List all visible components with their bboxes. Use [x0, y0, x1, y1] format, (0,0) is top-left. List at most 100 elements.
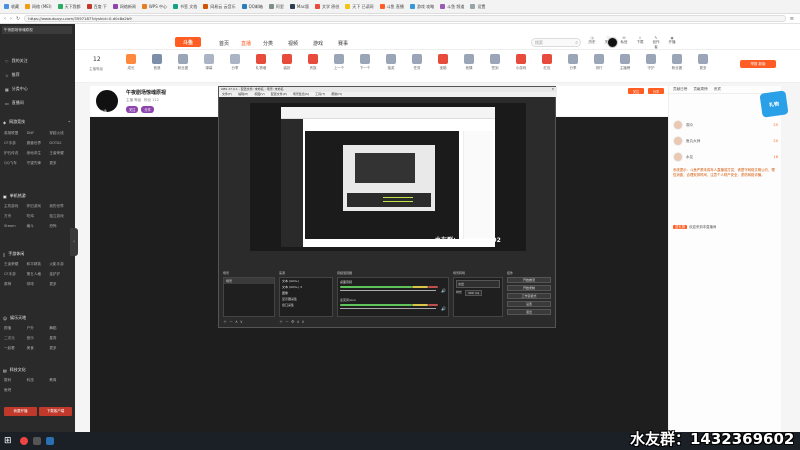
category-link[interactable]: 守望先锋: [27, 161, 50, 166]
tool-item[interactable]: 上一个: [327, 54, 351, 71]
tool-item[interactable]: 守护: [639, 54, 663, 71]
tool-item[interactable]: 小游戏: [509, 54, 533, 71]
scene-controls[interactable]: ＋－∧∨: [223, 319, 245, 325]
category-link[interactable]: 教育: [49, 378, 72, 383]
creator-icon[interactable]: ✎ 创作者: [651, 36, 661, 50]
category-link[interactable]: DNF: [27, 131, 50, 136]
category-link[interactable]: 户外: [27, 326, 50, 331]
forward-icon[interactable]: ›: [10, 16, 12, 22]
category-link[interactable]: DOTA2: [49, 141, 72, 146]
tool-item[interactable]: 音浪: [145, 54, 169, 71]
user-avatar[interactable]: [607, 37, 618, 48]
close-icon[interactable]: ✕: [551, 87, 554, 91]
category-link[interactable]: 格斗: [27, 224, 50, 229]
bookmark-item[interactable]: 网络新闻: [112, 4, 136, 10]
bookmark-item[interactable]: 百度·下: [86, 4, 107, 10]
tool-item[interactable]: 分享: [561, 54, 585, 71]
streamer-avatar[interactable]: 斗鱼: [94, 88, 120, 114]
category-link[interactable]: 和平精英: [27, 262, 50, 267]
category-link[interactable]: CF手游: [4, 272, 27, 277]
bookmark-item[interactable]: 网络 (MEI): [25, 4, 52, 10]
tool-item[interactable]: 粉丝团: [665, 54, 689, 71]
start-recording-button[interactable]: 开始录制: [507, 285, 551, 291]
bookmark-item[interactable]: WPS 中心: [141, 4, 167, 10]
category-link[interactable]: 更多: [49, 346, 72, 351]
menu-icon[interactable]: ≡: [790, 16, 794, 22]
nav-match[interactable]: 赛事: [338, 40, 348, 47]
tool-item[interactable]: 签到: [483, 54, 507, 71]
category-link[interactable]: 吃鸡: [27, 214, 50, 219]
category-link[interactable]: 火影手游: [49, 262, 72, 267]
category-link[interactable]: 王者荣耀: [4, 262, 27, 267]
obs-menu-item[interactable]: 编辑(E): [238, 92, 248, 97]
category-link[interactable]: 更多: [49, 161, 72, 166]
category-link[interactable]: 美食: [27, 346, 50, 351]
category-link[interactable]: 穿越火线: [49, 131, 72, 136]
download-client-button[interactable]: 下载客户端: [39, 407, 72, 416]
source-item[interactable]: 窗口采集: [280, 302, 332, 308]
tool-item[interactable]: 装扮: [275, 54, 299, 71]
category-link[interactable]: Steam: [4, 224, 27, 229]
obs-taskbar-icon[interactable]: [46, 437, 54, 445]
category-link[interactable]: 魔兽世界: [27, 141, 50, 146]
tool-item[interactable]: 竞猜: [457, 54, 481, 71]
nav-category[interactable]: 分类: [263, 40, 273, 47]
scene-item[interactable]: 场景: [224, 278, 274, 284]
gift-badge[interactable]: 礼物: [759, 90, 789, 118]
category-link[interactable]: 主机游戏: [4, 204, 27, 209]
obs-menu-item[interactable]: 文件(F): [222, 92, 232, 97]
tool-item[interactable]: 成长: [119, 54, 143, 71]
category-link[interactable]: 独立游戏: [49, 214, 72, 219]
history-icon[interactable]: ◷ 历史: [587, 36, 597, 45]
bookmark-item[interactable]: 游戏 攻略: [409, 4, 434, 10]
speaker-icon[interactable]: 🔊: [441, 306, 446, 311]
download-icon[interactable]: ⇩ 下载: [635, 36, 645, 45]
nav-home[interactable]: 首页: [219, 40, 229, 47]
sidebar-tab-recommend[interactable]: ☆ 推荐: [2, 70, 75, 80]
category-link[interactable]: 我的世界: [49, 204, 72, 209]
bookmark-item[interactable]: Mac版: [289, 4, 309, 10]
bookmark-item[interactable]: QQ邮箱: [241, 4, 263, 10]
start-streaming-button[interactable]: 开始推流: [507, 277, 551, 283]
windows-start-icon[interactable]: ⊞: [4, 436, 14, 446]
bookmark-item[interactable]: 书签 文档: [173, 4, 197, 10]
nav-video[interactable]: 视频: [288, 40, 298, 47]
rank-row[interactable]: 水友 18: [673, 152, 778, 162]
tool-item[interactable]: 红包: [535, 54, 559, 71]
bookmark-item[interactable]: 设置: [470, 4, 485, 10]
category-link[interactable]: 鱼吧: [4, 388, 27, 393]
tool-item[interactable]: 弹幕: [197, 54, 221, 71]
obs-menu-item[interactable]: 配置文件(P): [271, 92, 287, 97]
category-link[interactable]: 一起看: [4, 346, 27, 351]
tag-badge[interactable]: 关注: [126, 106, 139, 113]
obs-preview[interactable]: 水友群：1432369602: [250, 103, 526, 251]
exit-button[interactable]: 退出: [507, 309, 551, 315]
message-icon[interactable]: ✉ 私信: [619, 36, 629, 45]
category-link[interactable]: 数码: [4, 378, 27, 383]
nav-live[interactable]: 直播: [241, 40, 251, 47]
category-link[interactable]: 星秀: [49, 336, 72, 341]
url-input[interactable]: https://www.douyu.com/3597187?dyshid=0-d…: [24, 15, 786, 22]
category-link[interactable]: 绝地求生: [27, 151, 50, 156]
tool-item[interactable]: 粉丝团: [171, 54, 195, 71]
source-controls[interactable]: ＋－⚙∧∨: [279, 319, 306, 325]
bookmark-item[interactable]: 天下 已读网: [345, 4, 374, 10]
tool-item[interactable]: 主播榜: [613, 54, 637, 71]
category-link[interactable]: 金铲铲: [49, 272, 72, 277]
category-link[interactable]: 王者荣耀: [49, 151, 72, 156]
category-link[interactable]: 恐怖: [49, 224, 72, 229]
bookmark-item[interactable]: 斗鱼 直播: [379, 4, 404, 10]
report-button[interactable]: 举报 新版: [740, 60, 776, 68]
category-link[interactable]: 二次元: [4, 336, 27, 341]
category-link[interactable]: 舞蹈: [49, 326, 72, 331]
search-input[interactable]: 搜索 ⌕: [531, 38, 581, 47]
tool-item[interactable]: 分享: [223, 54, 247, 71]
nav-game[interactable]: 游戏: [313, 40, 323, 47]
category-link[interactable]: 颜值: [4, 326, 27, 331]
chevron-up-icon[interactable]: ⌃: [68, 120, 71, 125]
obs-menu-item[interactable]: 帮助(H): [331, 92, 342, 97]
obs-menu-item[interactable]: 视图(V): [254, 92, 264, 97]
sidebar-tab-category[interactable]: ▦ 分类中心: [2, 84, 75, 94]
chat-tab[interactable]: 贡献日榜: [673, 87, 687, 92]
search-icon[interactable]: ⌕: [575, 40, 578, 46]
